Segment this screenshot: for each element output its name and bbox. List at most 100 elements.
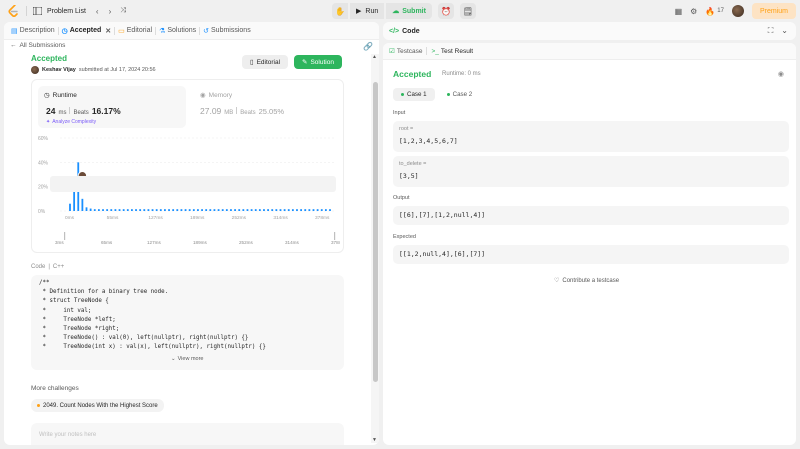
run-button[interactable]: ▶ Run bbox=[350, 3, 385, 19]
notes-button[interactable]: 🗒 bbox=[459, 3, 476, 19]
performance-card: ◷ Runtime 24 ms Beats 16.17% ✦ Analyze C… bbox=[31, 79, 344, 253]
chart-bar bbox=[263, 209, 265, 211]
memory-beats: 25.05% bbox=[258, 107, 285, 116]
code-line: * TreeNode *left; bbox=[39, 316, 116, 323]
notes-input[interactable]: Write your notes here bbox=[31, 423, 344, 445]
contribute-testcase-link[interactable]: ♡ Contribute a testcase bbox=[554, 277, 619, 285]
chart-bar bbox=[93, 209, 96, 211]
case-tabs: Case 1 Case 2 bbox=[393, 88, 480, 101]
shuffle-icon[interactable]: ⤨ bbox=[120, 7, 126, 15]
tab-solutions[interactable]: ⚗ Solutions bbox=[156, 22, 199, 40]
chart-range-slider[interactable] bbox=[50, 176, 336, 192]
chart-bar bbox=[296, 209, 298, 211]
code-preview[interactable]: /** * Definition for a binary tree node.… bbox=[31, 275, 344, 370]
problem-list-link[interactable]: Problem List bbox=[47, 8, 86, 15]
var-name: root = bbox=[399, 126, 414, 132]
y-tick-label: 0% bbox=[38, 209, 46, 215]
case-tab-2[interactable]: Case 2 bbox=[439, 88, 481, 101]
code-label: Code bbox=[31, 264, 46, 270]
scroll-up-icon[interactable]: ▲ bbox=[372, 54, 377, 60]
submission-status: Accepted bbox=[31, 54, 68, 63]
case-tab-1[interactable]: Case 1 bbox=[393, 88, 435, 101]
eye-icon[interactable]: ◉ bbox=[778, 70, 784, 78]
chart-bar bbox=[89, 208, 92, 211]
user-avatar[interactable] bbox=[731, 5, 744, 17]
leetcode-logo[interactable] bbox=[6, 4, 20, 18]
tab-test-result[interactable]: >_ Test Result bbox=[431, 48, 473, 55]
code-icon: </> bbox=[389, 27, 400, 35]
tab-description[interactable]: ▤ Description bbox=[8, 22, 58, 40]
notes-placeholder: Write your notes here bbox=[39, 432, 97, 438]
code-line: * Definition for a binary tree node. bbox=[39, 289, 169, 296]
submit-label: Submit bbox=[402, 7, 426, 15]
x-tick-label: 314ms bbox=[273, 215, 288, 221]
y-tick-label: 60% bbox=[38, 136, 49, 142]
back-to-submissions[interactable]: ← All Submissions bbox=[10, 42, 65, 49]
chart-bar bbox=[291, 209, 294, 211]
tab-testcase[interactable]: ☑ Testcase bbox=[389, 47, 422, 56]
view-more-button[interactable]: ⌄ View more bbox=[171, 356, 204, 362]
slider-tick-label: 189ms bbox=[193, 240, 207, 245]
challenge-label: 2049. Count Nodes With the Highest Score bbox=[43, 402, 158, 409]
divider: | bbox=[48, 264, 50, 270]
chart-bar bbox=[168, 209, 170, 211]
chart-bar bbox=[164, 209, 166, 211]
chart-bar bbox=[197, 209, 199, 211]
chart-bar bbox=[209, 209, 212, 211]
tab-editorial[interactable]: ▭ Editorial bbox=[115, 22, 155, 40]
analyze-complexity-link[interactable]: ✦ Analyze Complexity bbox=[46, 119, 96, 125]
username[interactable]: Keshav Vijay bbox=[42, 67, 76, 73]
runtime-stat[interactable]: ◷ Runtime 24 ms Beats 16.17% ✦ Analyze C… bbox=[38, 86, 186, 128]
solution-label: Solution bbox=[310, 58, 334, 66]
chevron-down-icon[interactable]: ⌄ bbox=[781, 26, 788, 36]
memory-title[interactable]: ◉ Memory bbox=[200, 91, 232, 100]
slider-tick-label: 127ms bbox=[147, 240, 161, 245]
tab-accepted[interactable]: ◷ Accepted ✕ bbox=[59, 22, 115, 40]
slider-handle-left bbox=[64, 232, 66, 240]
chevron-right-icon[interactable]: › bbox=[109, 7, 112, 16]
terminal-icon: >_ bbox=[431, 47, 439, 55]
solution-button[interactable]: ✎ Solution bbox=[294, 55, 342, 69]
close-icon[interactable]: ✕ bbox=[105, 27, 111, 35]
debug-button[interactable]: ✋ bbox=[332, 3, 348, 19]
streak-counter[interactable]: 🔥 17 bbox=[705, 7, 724, 16]
premium-button[interactable]: Premium bbox=[751, 3, 796, 19]
chart-bar bbox=[287, 209, 290, 211]
expand-icon[interactable]: ⛶ bbox=[768, 26, 774, 36]
gear-icon[interactable]: ⚙ bbox=[690, 7, 697, 16]
x-tick-label: 127ms bbox=[148, 215, 163, 221]
x-tick-label: 189ms bbox=[190, 215, 205, 221]
chart-bar bbox=[279, 209, 282, 211]
chart-bar bbox=[172, 209, 175, 211]
var-name: to_delete = bbox=[399, 161, 427, 167]
chart-bar bbox=[159, 209, 162, 211]
avatar[interactable] bbox=[31, 66, 39, 74]
runtime-value-row: 24 ms Beats 16.17% bbox=[46, 106, 121, 116]
timer-button[interactable]: ⏰ bbox=[437, 3, 454, 19]
scroll-thumb[interactable] bbox=[373, 82, 378, 382]
editorial-button[interactable]: ▯ Editorial bbox=[242, 55, 289, 69]
var-value: [1,2,3,4,5,6,7] bbox=[399, 137, 458, 145]
beats-label: Beats bbox=[73, 110, 89, 116]
submission-meta: Keshav Vijay submitted at Jul 17, 2024 2… bbox=[31, 66, 156, 74]
submit-button[interactable]: ☁ Submit bbox=[386, 3, 432, 19]
slider-tick-label: 252ms bbox=[239, 240, 253, 245]
chart-bar bbox=[180, 209, 183, 211]
challenge-link[interactable]: 2049. Count Nodes With the Highest Score bbox=[31, 399, 164, 412]
run-label: Run bbox=[365, 7, 379, 15]
grid-layout-icon[interactable]: ▦ bbox=[675, 7, 683, 16]
scrollbar[interactable]: ▲ ▼ bbox=[371, 54, 379, 443]
list-icon[interactable] bbox=[33, 7, 42, 15]
back-label: All Submissions bbox=[19, 42, 66, 49]
link-icon[interactable]: 🔗 bbox=[363, 42, 373, 51]
chart-bar bbox=[184, 209, 187, 211]
memory-value: 27.09 bbox=[200, 106, 222, 116]
chart-bar bbox=[205, 209, 208, 211]
tab-submissions[interactable]: ↺ Submissions bbox=[200, 22, 254, 40]
chevron-left-icon[interactable]: ‹ bbox=[96, 7, 99, 16]
chart-bar bbox=[275, 209, 278, 211]
code-line: * struct TreeNode { bbox=[39, 298, 109, 305]
chart-bar bbox=[271, 209, 274, 211]
chart-bar bbox=[114, 209, 117, 211]
scroll-down-icon[interactable]: ▼ bbox=[372, 437, 377, 443]
